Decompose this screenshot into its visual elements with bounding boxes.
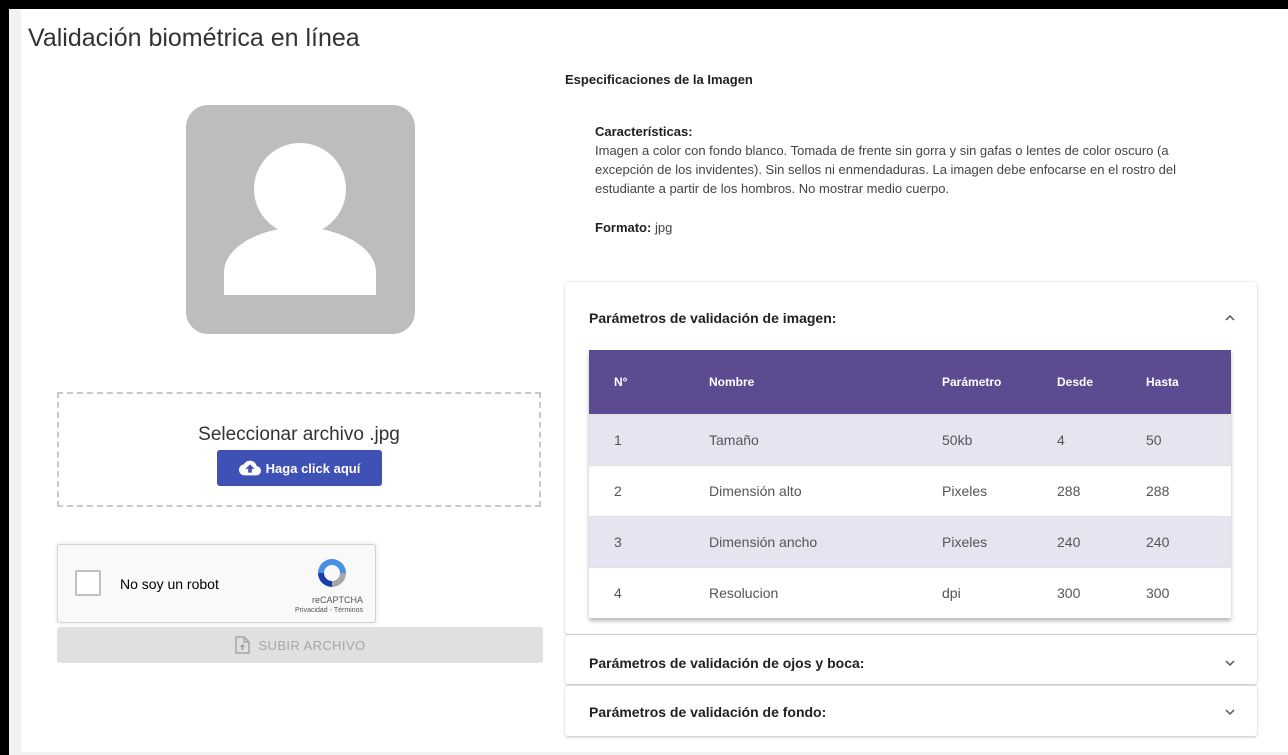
table-cell: 240 [1057, 516, 1146, 568]
specs-title: Especificaciones de la Imagen [565, 72, 753, 87]
table-cell: 50kb [942, 414, 1057, 466]
eyes-params-title: Parámetros de validación de ojos y boca: [589, 655, 865, 671]
recaptcha-links: Privacidad - Términos [295, 607, 363, 614]
recaptcha-widget: No soy un robot reCAPTCHA Privacidad - T… [57, 544, 376, 623]
upload-file-button[interactable]: SUBIR ARCHIVO [57, 627, 543, 663]
characteristics-label: Características: [595, 124, 693, 139]
image-params-table: N° Nombre Parámetro Desde Hasta 1 Tamaño… [589, 350, 1231, 618]
table-cell: 288 [1057, 465, 1146, 517]
column-header: Parámetro [942, 350, 1057, 415]
cloud-upload-icon [238, 460, 261, 476]
image-params-panel: Parámetros de validación de imagen: N° N… [565, 282, 1257, 634]
eyes-params-panel[interactable]: Parámetros de validación de ojos y boca: [565, 635, 1257, 684]
specs-format: Formato: jpg [595, 220, 672, 235]
choose-file-label: Haga click aquí [265, 460, 361, 476]
table-row: 2 Dimensión alto Pixeles 288 288 [589, 465, 1231, 517]
characteristics-text: Imagen a color con fondo blanco. Tomada … [595, 143, 1177, 196]
background-params-header[interactable]: Parámetros de validación de fondo: [589, 700, 1237, 724]
eyes-params-header[interactable]: Parámetros de validación de ojos y boca: [589, 651, 1237, 675]
table-cell: 288 [1146, 465, 1231, 517]
chevron-down-icon[interactable] [1223, 656, 1237, 670]
background-params-panel[interactable]: Parámetros de validación de fondo: [565, 686, 1257, 736]
file-upload-icon [235, 636, 251, 654]
image-params-header[interactable]: Parámetros de validación de imagen: [589, 306, 1237, 330]
chevron-down-icon[interactable] [1223, 705, 1237, 719]
table-cell: 300 [1146, 567, 1231, 618]
specs-characteristics: Características: Imagen a color con fond… [595, 122, 1225, 198]
table-cell: Pixeles [942, 465, 1057, 517]
table-cell: Pixeles [942, 516, 1057, 568]
format-value: jpg [654, 220, 673, 235]
table-cell: 4 [1057, 414, 1146, 466]
table-cell: Resolucion [709, 567, 942, 618]
recaptcha-brand: reCAPTCHA [311, 595, 363, 605]
file-dropzone[interactable]: Seleccionar archivo .jpg Haga click aquí [57, 392, 541, 507]
column-header: N° [589, 350, 709, 415]
table-row: 3 Dimensión ancho Pixeles 240 240 [589, 516, 1231, 568]
table-row: 4 Resolucion dpi 300 300 [589, 567, 1231, 618]
table-cell: 50 [1146, 414, 1231, 466]
column-header: Hasta [1146, 350, 1231, 415]
person-icon [224, 143, 376, 295]
table-cell: Dimensión alto [709, 465, 942, 517]
table-header-row: N° Nombre Parámetro Desde Hasta [589, 350, 1231, 415]
background-params-title: Parámetros de validación de fondo: [589, 704, 827, 720]
table-cell: 240 [1146, 516, 1231, 568]
select-file-label: Seleccionar archivo .jpg [198, 424, 400, 445]
choose-file-button[interactable]: Haga click aquí [217, 450, 382, 486]
table-cell: 2 [589, 465, 709, 517]
image-params-title: Parámetros de validación de imagen: [589, 310, 837, 326]
table-cell: 3 [589, 516, 709, 568]
table-cell: Tamaño [709, 414, 942, 466]
column-header: Desde [1057, 350, 1146, 415]
format-label: Formato: [595, 220, 652, 235]
page-title: Validación biométrica en línea [28, 24, 360, 52]
table-cell: 300 [1057, 567, 1146, 618]
chevron-up-icon[interactable] [1223, 311, 1237, 325]
recaptcha-logo-icon [318, 559, 346, 587]
column-header: Nombre [709, 350, 942, 415]
privacy-link[interactable]: Privacidad [295, 607, 328, 614]
table-cell: dpi [942, 567, 1057, 618]
avatar-placeholder [186, 105, 415, 334]
table-cell: 4 [589, 567, 709, 618]
table-cell: 1 [589, 414, 709, 466]
upload-file-label: SUBIR ARCHIVO [258, 637, 366, 653]
recaptcha-label: No soy un robot [120, 576, 219, 592]
recaptcha-checkbox[interactable] [75, 570, 101, 596]
table-row: 1 Tamaño 50kb 4 50 [589, 414, 1231, 466]
table-cell: Dimensión ancho [709, 516, 942, 568]
terms-link[interactable]: Términos [334, 607, 363, 614]
